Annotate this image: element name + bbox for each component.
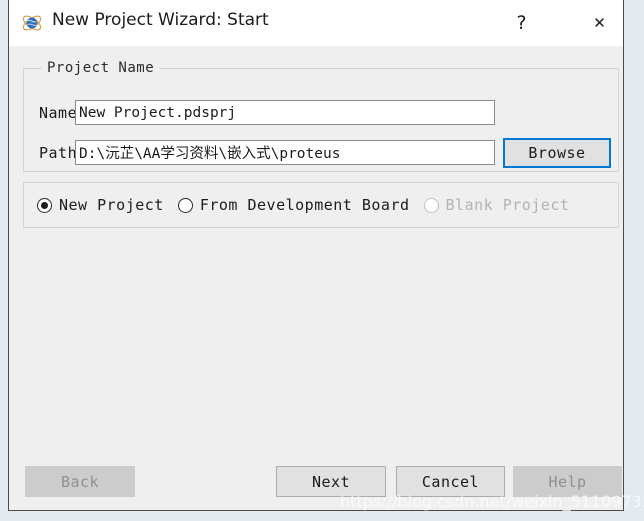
radio-from-development-board[interactable]: From Development Board <box>177 196 410 214</box>
proteus-globe-icon <box>21 12 43 34</box>
project-type-radio-group: New Project From Development Board Blank… <box>37 192 583 218</box>
radio-blank-project-label: Blank Project <box>445 196 570 214</box>
help-button[interactable]: Help <box>513 466 622 497</box>
radio-from-development-board-icon <box>177 197 193 213</box>
next-button[interactable]: Next <box>276 466 386 497</box>
browse-button[interactable]: Browse <box>503 138 611 168</box>
radio-blank-project: Blank Project <box>423 196 570 214</box>
back-button[interactable]: Back <box>25 466 135 497</box>
path-input[interactable] <box>75 140 495 165</box>
path-field-label: Path <box>39 144 78 162</box>
name-input[interactable] <box>75 100 495 125</box>
titlebar-help-icon[interactable]: ? <box>499 0 544 46</box>
radio-from-development-board-label: From Development Board <box>199 196 410 214</box>
close-icon[interactable]: ✕ <box>577 0 622 46</box>
radio-blank-project-icon <box>423 197 439 213</box>
dialog-client-area: Project Name Name Path Browse New Projec… <box>9 46 623 510</box>
new-project-wizard-dialog: New Project Wizard: Start ? ✕ Project Na… <box>8 0 624 511</box>
project-name-group-legend: Project Name <box>42 60 160 76</box>
window-title: New Project Wizard: Start <box>52 10 269 30</box>
radio-new-project-label: New Project <box>59 196 164 214</box>
radio-new-project-icon <box>37 197 52 213</box>
title-bar: New Project Wizard: Start ? ✕ <box>9 0 623 46</box>
cancel-button[interactable]: Cancel <box>396 466 505 497</box>
name-field-label: Name <box>39 104 78 122</box>
radio-new-project[interactable]: New Project <box>37 196 164 214</box>
